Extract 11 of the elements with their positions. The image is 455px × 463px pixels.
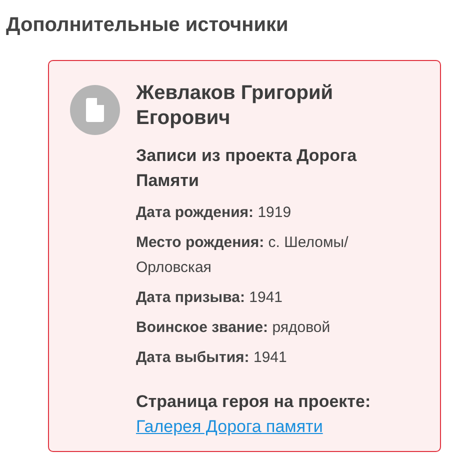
record-field: Дата рождения: 1919 (136, 197, 391, 227)
record-field: Воинское звание: рядовой (136, 312, 391, 342)
document-icon (70, 85, 120, 135)
source-title: Записи из проекта Дорога Памяти (136, 145, 358, 192)
record-field: Дата призыва: 1941 (136, 282, 391, 312)
gallery-link[interactable]: Галерея Дорога памяти (136, 414, 323, 439)
hero-page-label: Страница героя на проекте: (136, 391, 372, 413)
record-field: Дата выбытия: 1941 (136, 342, 391, 372)
person-name: Жевлаков Григорий Егорович (136, 81, 334, 131)
section-heading: Дополнительные источники (5, 13, 290, 38)
record-field: Место рождения: с. Шеломы/ Орловская (136, 227, 391, 282)
